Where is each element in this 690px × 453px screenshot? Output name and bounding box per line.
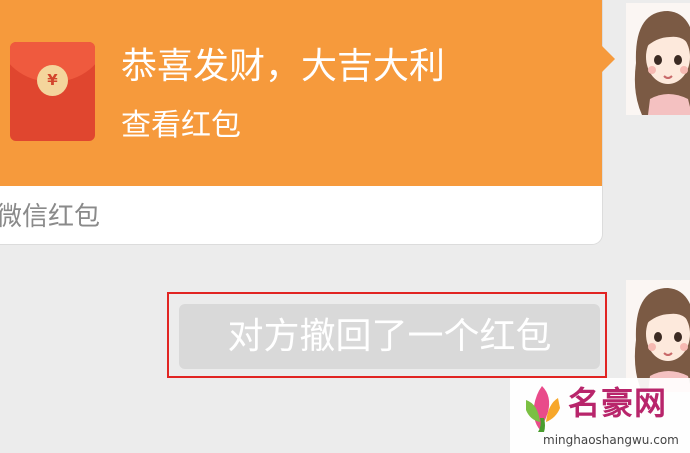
site-url: minghaoshangwu.com bbox=[543, 433, 679, 447]
red-packet-greeting: 恭喜发财，大吉大利 bbox=[121, 46, 446, 87]
bubble-tail bbox=[600, 44, 615, 74]
cartoon-girl-avatar-icon bbox=[634, 11, 690, 115]
avatar[interactable] bbox=[626, 280, 690, 392]
site-watermark: 名豪网 minghaoshangwu.com bbox=[510, 378, 690, 453]
cartoon-girl-avatar-icon bbox=[634, 288, 690, 392]
site-logo-icon bbox=[526, 386, 560, 432]
view-red-packet-link[interactable]: 查看红包 bbox=[121, 106, 241, 146]
recall-notice: 对方撤回了一个红包 bbox=[179, 304, 600, 369]
red-packet-source-label: 微信红包 bbox=[0, 202, 101, 232]
avatar[interactable] bbox=[626, 3, 690, 115]
yuan-coin-icon: ¥ bbox=[37, 65, 68, 96]
red-envelope-icon: ¥ bbox=[10, 42, 95, 141]
site-name: 名豪网 bbox=[568, 384, 668, 422]
